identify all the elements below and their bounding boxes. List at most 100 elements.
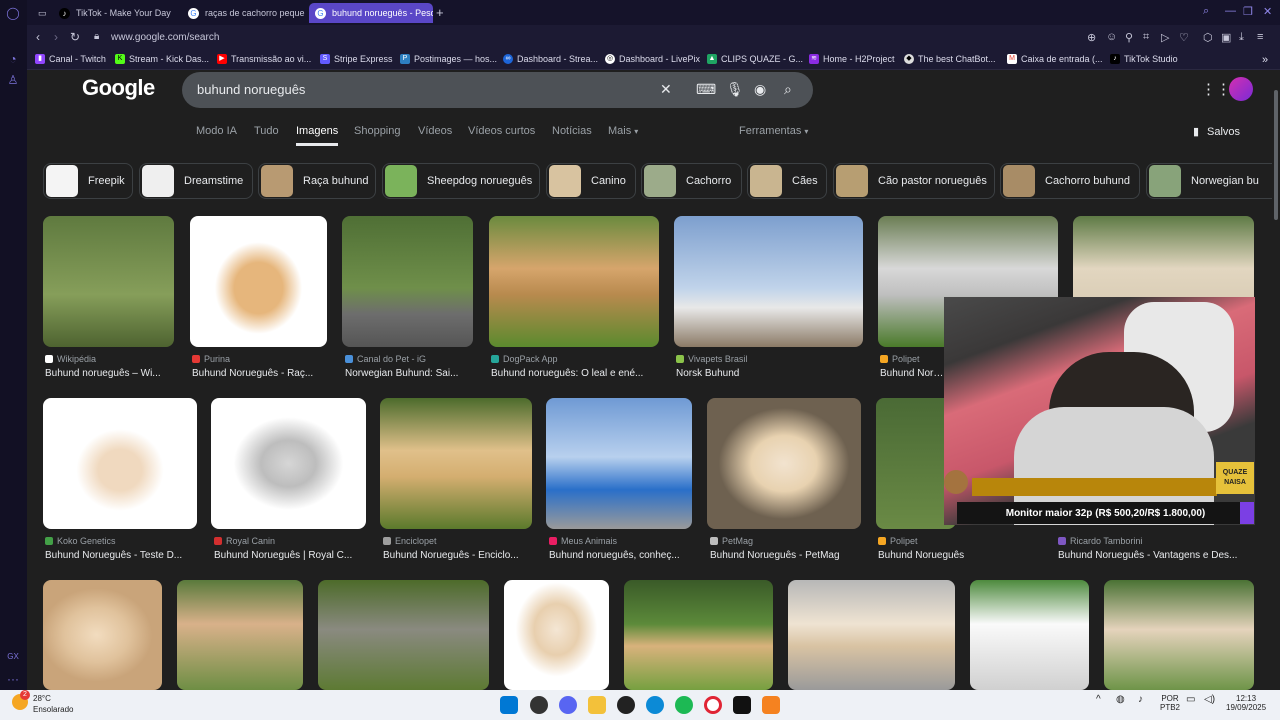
keyboard-icon[interactable]: ⌨ [696,81,716,98]
result-source-11[interactable]: Meus Animais [549,536,617,546]
app-icon-1[interactable] [530,696,548,714]
bookmark-icon[interactable]: ▮ [1193,125,1199,138]
spotify-icon[interactable] [675,696,693,714]
tab-imagens[interactable]: Imagens [296,125,339,146]
result-source-4[interactable]: DogPack App [491,354,558,364]
result-caption-8[interactable]: Buhund Norueguês - Teste D... [45,550,197,561]
weather-widget[interactable]: 2 [12,690,30,710]
chip-cao-pastor[interactable]: Cão pastor norueguês [833,163,995,199]
wallet-icon[interactable]: ▣ [1221,31,1231,44]
result-source-2[interactable]: Purina [192,354,230,364]
start-icon[interactable] [500,696,518,714]
result-caption-4[interactable]: Buhund norueguês: O leal e ené... [491,368,661,379]
edge-icon[interactable] [646,696,664,714]
result-caption-6[interactable]: Buhund Norue... [880,368,944,379]
close-window-button[interactable]: ✕ [1263,5,1272,18]
chip-freepik[interactable]: Freepik [43,163,133,199]
result-image-5[interactable] [674,216,863,347]
player-icon[interactable]: ♙ [6,73,20,87]
lens-icon[interactable]: ◉ [754,81,766,98]
chip-raca-buhund[interactable]: Raça buhund [258,163,376,199]
clock[interactable]: 12:13 19/09/2025 [1226,694,1266,712]
bookmark-drive[interactable]: ▲ CLIPS QUAZE - G... [707,54,803,64]
result-image-21[interactable] [970,580,1089,690]
result-caption-1[interactable]: Buhund norueguês – Wi... [45,368,175,379]
result-image-15[interactable] [43,580,162,690]
url-field[interactable]: www.google.com/search [111,32,219,43]
chip-caes[interactable]: Cães [747,163,827,199]
bookmark-tiktok-studio[interactable]: ♪ TikTok Studio [1110,54,1178,64]
extensions-icon[interactable]: ⬡ [1203,31,1213,44]
bookmark-livepix[interactable]: ◎ Dashboard - LivePix [605,54,700,64]
tab-mais[interactable]: Mais ▾ [608,125,638,137]
result-image-11[interactable] [546,398,692,529]
result-source-13[interactable]: Polipet [878,536,918,546]
result-image-17[interactable] [318,580,489,690]
forward-button[interactable]: › [54,30,58,44]
result-source-1[interactable]: Wikipédia [45,354,96,364]
emoji-icon[interactable]: ☺ [1106,31,1117,43]
discord-icon[interactable] [559,696,577,714]
tab-videos-curtos[interactable]: Vídeos curtos [468,125,535,137]
obs-icon[interactable] [733,696,751,714]
github-icon[interactable] [617,696,635,714]
folder-icon[interactable] [588,696,606,714]
chip-cachorro-buhund[interactable]: Cachorro buhund [1000,163,1140,199]
search-box[interactable]: buhund norueguês ✕ ⌨ 🎙︎ ◉ ⌕ [182,72,813,108]
tools-button[interactable]: Ferramentas ▾ [739,125,808,137]
result-image-18[interactable] [504,580,609,690]
tab-modo-ia[interactable]: Modo IA [196,125,237,137]
network-icon[interactable]: ▭ [1186,694,1195,705]
opera-icon[interactable] [704,696,722,714]
tab-shopping[interactable]: Shopping [354,125,401,137]
result-caption-13[interactable]: Buhund Norueguês [878,550,1048,561]
zoom-icon[interactable]: ⊕ [1087,31,1096,44]
result-source-9[interactable]: Royal Canin [214,536,275,546]
new-tab-button[interactable]: + [436,5,444,20]
result-source-6[interactable]: Polipet [880,354,920,364]
bookmark-h2project[interactable]: ≋ Home - H2Project [809,54,895,64]
snapshot-icon[interactable]: ⌗ [1143,31,1149,44]
bookmark-chatbot[interactable]: ◆ The best ChatBot... [904,54,996,64]
scroll-thumb[interactable] [1274,90,1278,220]
result-image-10[interactable] [380,398,532,529]
more-icon[interactable]: ··· [6,672,20,686]
result-image-19[interactable] [624,580,773,690]
result-image-8[interactable] [43,398,197,529]
result-image-12[interactable] [707,398,861,529]
result-image-20[interactable] [788,580,955,690]
page-scrollbar[interactable] [1272,70,1280,690]
result-caption-3[interactable]: Norwegian Buhund: Sai... [345,368,475,379]
result-caption-12[interactable]: Buhund Norueguês - PetMag [710,550,862,561]
result-caption-2[interactable]: Buhund Norueguês - Raç... [192,368,327,379]
tray-app-icon[interactable]: ◍ [1116,694,1125,705]
back-button[interactable]: ‹ [36,30,40,44]
tab-overview-icon[interactable]: ▭ [32,3,50,23]
bookmark-streamelements[interactable]: ∞ Dashboard - Strea... [503,54,598,64]
google-logo[interactable]: Google [82,75,155,101]
result-caption-11[interactable]: Buhund norueguês, conheç... [549,550,693,561]
volume-icon[interactable]: ◁) [1204,694,1215,705]
download-icon[interactable]: ⤓ [1239,31,1244,44]
result-image-2[interactable] [190,216,327,347]
result-caption-9[interactable]: Buhund Norueguês | Royal C... [214,550,366,561]
chip-cachorro[interactable]: Cachorro [641,163,742,199]
result-source-14[interactable]: Ricardo Tamborini [1058,536,1142,546]
bookmark-kick[interactable]: K Stream - Kick Das... [115,54,209,64]
minimize-button[interactable]: — [1225,5,1236,17]
tab-tiktok[interactable]: ♪ TikTok - Make Your Day [53,3,183,23]
result-image-1[interactable] [43,216,174,347]
result-image-9[interactable] [211,398,366,529]
tab-tudo[interactable]: Tudo [254,125,279,137]
search-icon[interactable]: ⌕ [784,81,792,98]
bookmark-youtube[interactable]: ▶ Transmissão ao vi... [217,54,311,64]
result-source-12[interactable]: PetMag [710,536,753,546]
result-source-3[interactable]: Canal do Pet - iG [345,354,426,364]
tab-videos[interactable]: Vídeos [418,125,452,137]
bookmark-gmail[interactable]: M Caixa de entrada (... [1007,54,1103,64]
tray-expand-icon[interactable]: ^ [1096,694,1101,705]
result-image-4[interactable] [489,216,659,347]
chip-norwegian[interactable]: Norwegian bu [1146,163,1272,199]
result-source-10[interactable]: Enciclopet [383,536,437,546]
result-caption-14[interactable]: Buhund Norueguês - Vantagens e Des... [1058,550,1254,561]
